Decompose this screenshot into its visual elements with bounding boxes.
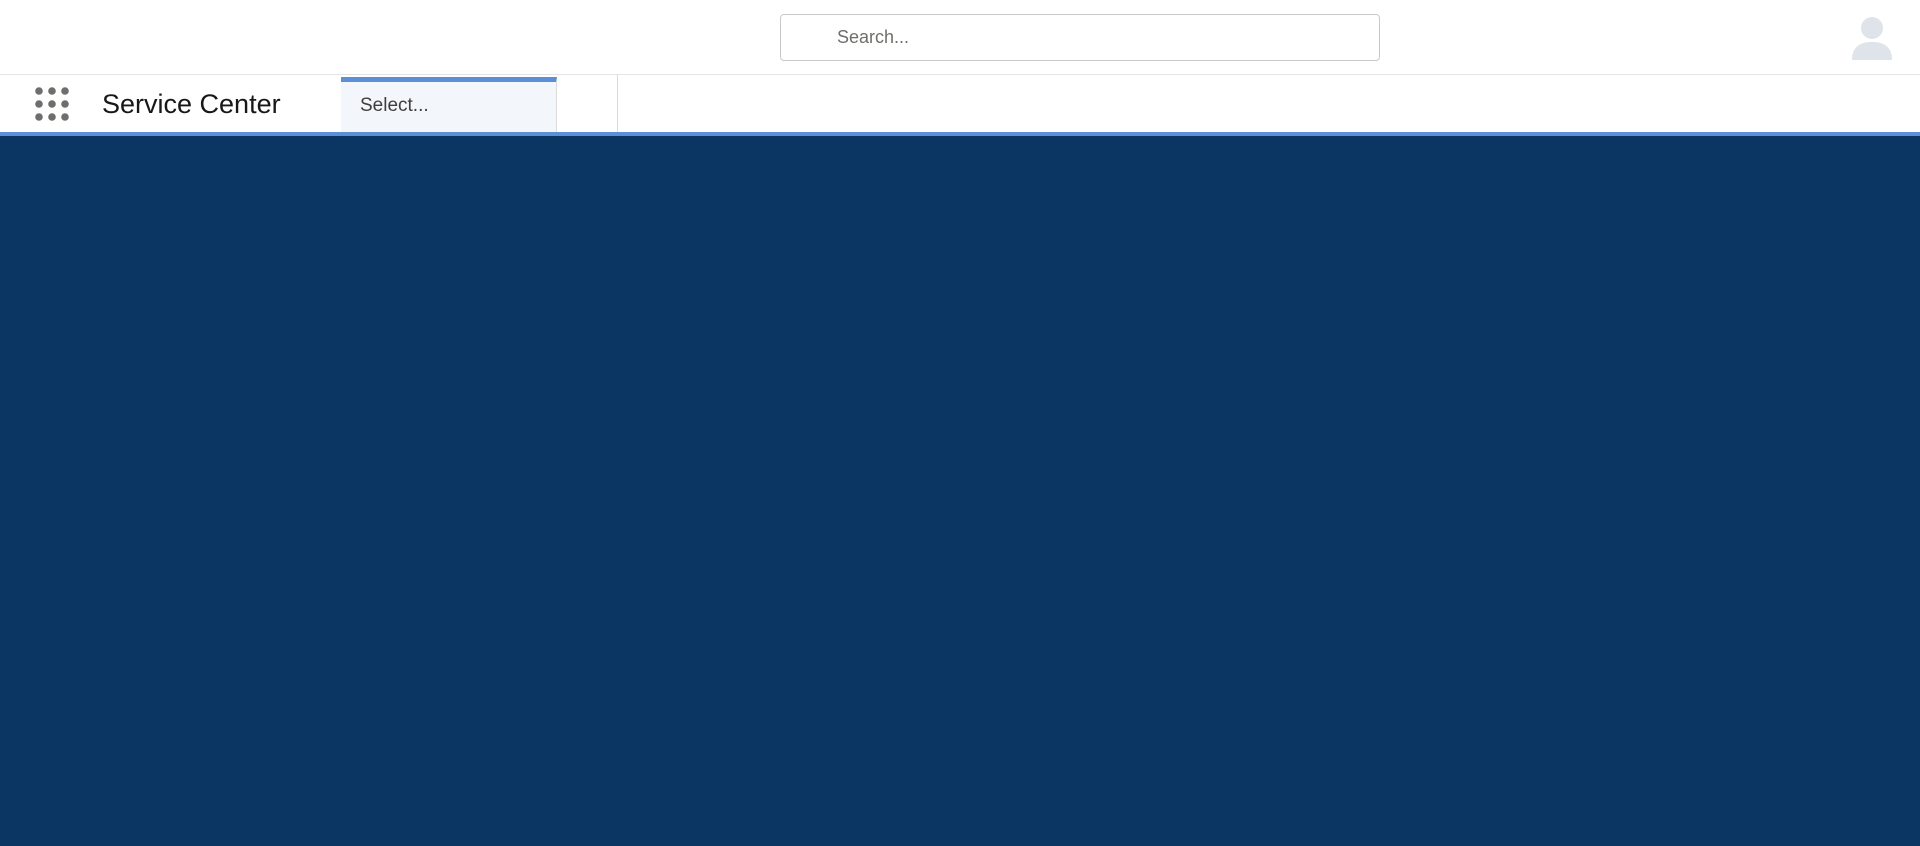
- user-avatar-icon[interactable]: [1850, 14, 1894, 62]
- navigation-item-selector[interactable]: Select...: [341, 77, 557, 132]
- app-name: Service Center: [102, 89, 281, 119]
- global-header: [0, 0, 1920, 75]
- search-icon: [798, 29, 814, 45]
- search-input[interactable]: [837, 15, 1367, 60]
- global-search[interactable]: [780, 14, 1380, 61]
- app-navigation-bar: Service Center Select...: [0, 75, 1920, 136]
- nav-divider: [617, 75, 618, 132]
- main-content-area: [0, 136, 1920, 846]
- app-launcher-grid-icon[interactable]: [34, 86, 70, 122]
- navigation-selector-label: Select...: [360, 95, 429, 116]
